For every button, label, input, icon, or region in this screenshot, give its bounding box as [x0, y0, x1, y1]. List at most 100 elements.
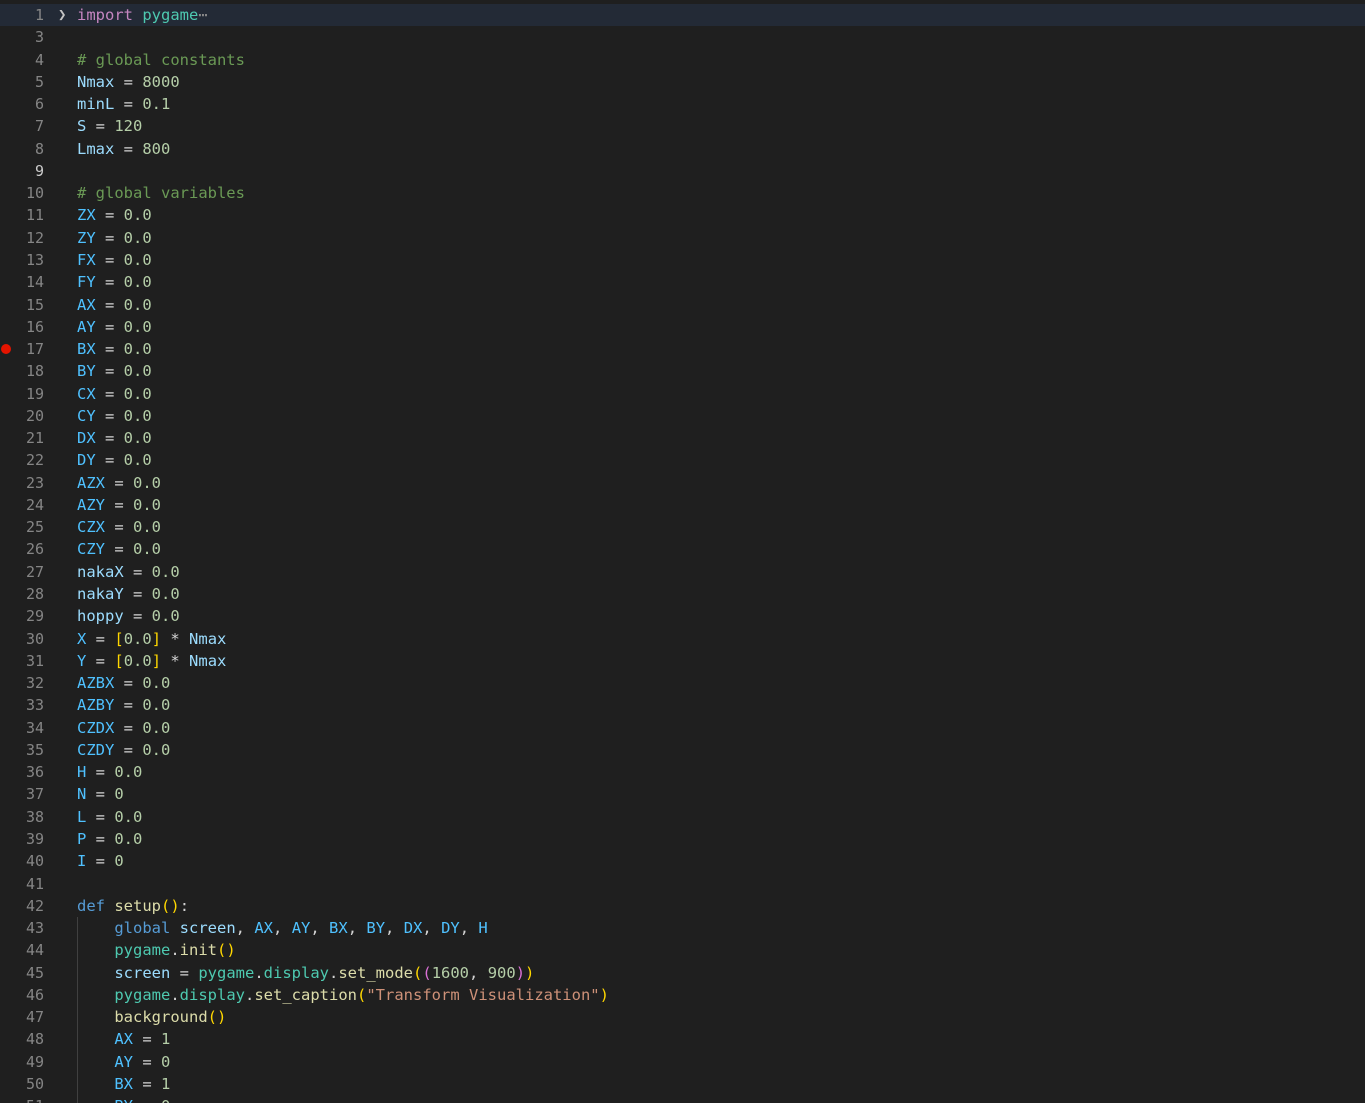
code-token: = [114, 740, 143, 759]
code-editor[interactable]: 1 ❯ import pygame⋯ 3 4 # global constants 5 Nma… [0, 0, 1365, 1103]
code-token: = [95, 451, 124, 470]
code-line[interactable]: 17 BX = 0.0 [0, 338, 1365, 360]
code-line[interactable]: 18 BY = 0.0 [0, 360, 1365, 382]
code-token: = [95, 406, 124, 425]
code-token: . [329, 963, 339, 982]
code-line[interactable]: 23 AZX = 0.0 [0, 472, 1365, 494]
folded-ellipsis-icon[interactable]: ⋯ [198, 6, 207, 24]
code-token: , [469, 963, 488, 982]
code-line[interactable]: 14 FY = 0.0 [0, 271, 1365, 293]
code-token: 0.0 [123, 362, 152, 381]
code-line[interactable]: 36 H = 0.0 [0, 761, 1365, 783]
code-token: display [263, 963, 329, 982]
code-line[interactable]: 49 AY = 0 [0, 1051, 1365, 1073]
code-line[interactable]: 41 [0, 873, 1365, 895]
code-content: pygame.init() [77, 939, 235, 961]
code-token: ( [413, 963, 423, 982]
line-number: 18 [25, 362, 44, 381]
code-line[interactable]: 12 ZY = 0.0 [0, 227, 1365, 249]
code-token: Nmax [77, 72, 115, 91]
code-line[interactable]: 7 S = 120 [0, 115, 1365, 137]
code-token: = [86, 785, 115, 804]
code-line[interactable]: 15 AX = 0.0 [0, 294, 1365, 316]
fold-chevron-icon[interactable]: ❯ [58, 4, 70, 26]
line-number: 49 [25, 1052, 44, 1071]
code-token: init [179, 941, 217, 960]
code-line[interactable]: 32 AZBX = 0.0 [0, 672, 1365, 694]
code-line[interactable]: 21 DX = 0.0 [0, 427, 1365, 449]
code-token: 0.0 [142, 696, 171, 715]
code-line[interactable]: 48 AX = 1 [0, 1028, 1365, 1050]
line-number: 44 [25, 941, 44, 960]
code-token: 1 [161, 1030, 171, 1049]
code-line[interactable]: 28 nakaY = 0.0 [0, 583, 1365, 605]
code-line[interactable]: 30 X = [0.0] * Nmax [0, 628, 1365, 650]
code-line[interactable]: 5 Nmax = 8000 [0, 71, 1365, 93]
code-line[interactable]: 13 FX = 0.0 [0, 249, 1365, 271]
code-line[interactable]: 33 AZBY = 0.0 [0, 694, 1365, 716]
code-line[interactable]: 38 L = 0.0 [0, 806, 1365, 828]
line-number: 10 [25, 184, 44, 203]
code-token: = [133, 1052, 161, 1071]
code-token: ] [151, 629, 162, 648]
code-token: , [310, 919, 330, 938]
code-line[interactable]: 20 CY = 0.0 [0, 405, 1365, 427]
code-token: 0.0 [123, 651, 152, 670]
code-line[interactable]: 37 N = 0 [0, 783, 1365, 805]
code-line[interactable]: 39 P = 0.0 [0, 828, 1365, 850]
code-token: display [179, 985, 245, 1004]
code-line[interactable]: 42 def setup(): [0, 895, 1365, 917]
code-line[interactable]: 4 # global constants [0, 49, 1365, 71]
code-line[interactable]: 40 I = 0 [0, 850, 1365, 872]
code-token: = [86, 852, 115, 871]
code-token: FY [77, 273, 96, 292]
code-line[interactable]: 50 BX = 1 [0, 1073, 1365, 1095]
line-number: 17 [25, 340, 44, 359]
line-number: 32 [25, 674, 44, 693]
code-line[interactable]: 8 Lmax = 800 [0, 138, 1365, 160]
code-line[interactable]: 10 # global variables [0, 182, 1365, 204]
code-token: set_mode [338, 963, 413, 982]
code-token: 0 [114, 852, 124, 871]
code-token: 0.0 [133, 540, 161, 559]
code-token: 0.0 [123, 206, 152, 225]
code-token: nakaX [77, 562, 124, 581]
code-line[interactable]: 34 CZDX = 0.0 [0, 717, 1365, 739]
code-line[interactable]: 44 pygame.init() [0, 939, 1365, 961]
code-token: = [114, 139, 143, 158]
code-token: * [161, 651, 190, 670]
code-line[interactable]: 16 AY = 0.0 [0, 316, 1365, 338]
code-token: 0.0 [151, 585, 180, 604]
code-token: AX [114, 1030, 133, 1049]
code-token: N [77, 785, 87, 804]
code-line[interactable]: 22 DY = 0.0 [0, 449, 1365, 471]
code-line[interactable]: 51 BY = 0 [0, 1095, 1365, 1103]
code-line[interactable]: 31 Y = [0.0] * Nmax [0, 650, 1365, 672]
code-line[interactable]: 45 screen = pygame.display.set_mode((160… [0, 962, 1365, 984]
code-line[interactable]: 19 CX = 0.0 [0, 383, 1365, 405]
code-content: nakaY = 0.0 [77, 583, 180, 605]
code-token: H [478, 919, 488, 938]
code-line[interactable]: 25 CZX = 0.0 [0, 516, 1365, 538]
code-line[interactable]: 1 ❯ import pygame⋯ [0, 4, 1365, 27]
code-line[interactable]: 11 ZX = 0.0 [0, 204, 1365, 226]
code-line[interactable]: 3 [0, 26, 1365, 48]
code-token: = [95, 250, 124, 269]
code-line[interactable]: 47 background() [0, 1006, 1365, 1028]
line-number: 1 [34, 6, 44, 24]
code-line[interactable]: 9 [0, 160, 1365, 182]
code-line[interactable]: 24 AZY = 0.0 [0, 494, 1365, 516]
code-line[interactable]: 26 CZY = 0.0 [0, 538, 1365, 560]
line-number: 29 [25, 607, 44, 626]
code-line[interactable]: 6 minL = 0.1 [0, 93, 1365, 115]
code-token: 0.0 [123, 295, 152, 314]
code-token: 0.0 [123, 340, 152, 359]
code-line[interactable]: 46 pygame.display.set_caption("Transform… [0, 984, 1365, 1006]
line-number: 42 [25, 896, 44, 915]
code-line[interactable]: 27 nakaX = 0.0 [0, 561, 1365, 583]
code-line[interactable]: 35 CZDY = 0.0 [0, 739, 1365, 761]
code-line[interactable]: 29 hoppy = 0.0 [0, 605, 1365, 627]
code-token: = [114, 95, 143, 114]
code-line[interactable]: 43 global screen, AX, AY, BX, BY, DX, DY… [0, 917, 1365, 939]
